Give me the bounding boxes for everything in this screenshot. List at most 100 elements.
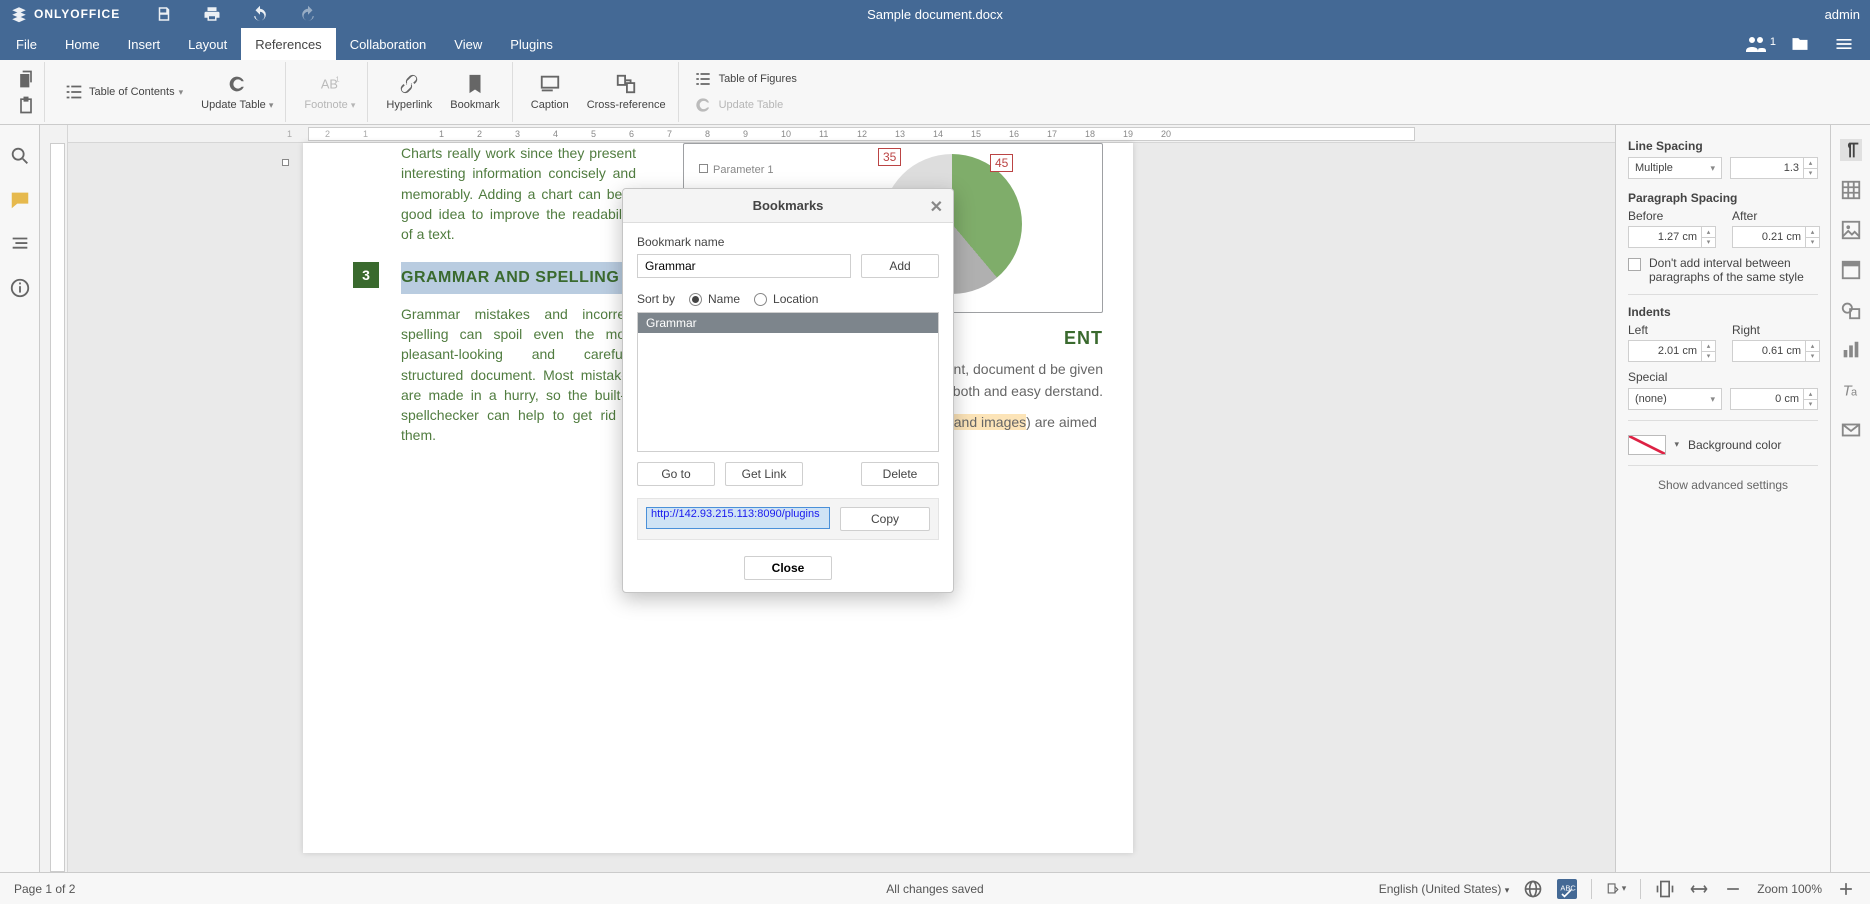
selection-handle[interactable] (282, 159, 289, 166)
undo-icon[interactable] (251, 5, 269, 23)
info-icon[interactable] (9, 277, 31, 299)
chart-tab-icon[interactable] (1840, 339, 1862, 361)
cross-reference-button[interactable]: Cross-reference (583, 73, 670, 111)
copy-icon[interactable] (16, 69, 36, 89)
svg-text:ABC: ABC (1561, 883, 1577, 892)
bookmarks-list[interactable]: Grammar (637, 312, 939, 452)
section-heading: GRAMMAR AND SPELLING (401, 266, 636, 289)
indents-label: Indents (1628, 305, 1818, 319)
comments-icon[interactable] (9, 189, 31, 211)
menu-layout[interactable]: Layout (174, 28, 241, 60)
hyperlink-button[interactable]: Hyperlink (382, 73, 436, 111)
add-button[interactable]: Add (861, 254, 939, 278)
fit-width-icon[interactable] (1689, 879, 1709, 899)
chart-value-a: 35 (878, 148, 901, 166)
textart-tab-icon[interactable]: Ta (1840, 379, 1862, 401)
bookmark-list-item[interactable]: Grammar (638, 313, 938, 333)
open-location-icon[interactable] (1788, 34, 1812, 54)
mailmerge-tab-icon[interactable] (1840, 419, 1862, 441)
footnote-icon: AB1 (319, 73, 341, 95)
right-sidebar: Ta (1830, 125, 1870, 872)
caption-button[interactable]: Caption (527, 73, 573, 111)
advanced-settings-link[interactable]: Show advanced settings (1628, 478, 1818, 492)
zoom-level[interactable]: Zoom 100% (1757, 882, 1822, 896)
spacing-before-input[interactable]: 1.27 cm▴▾ (1628, 226, 1716, 248)
page-indicator[interactable]: Page 1 of 2 (14, 882, 75, 896)
save-icon[interactable] (155, 5, 173, 23)
get-link-button[interactable]: Get Link (725, 462, 803, 486)
special-indent-select[interactable]: (none) (1628, 388, 1722, 410)
special-indent-value[interactable]: 0 cm▴▾ (1730, 388, 1818, 410)
svg-text:a: a (1851, 387, 1858, 399)
bookmark-link-field[interactable]: http://142.93.215.113:8090/plugins (646, 507, 830, 529)
close-button[interactable]: Close (744, 556, 832, 580)
title-bar: ONLYOFFICE Sample document.docx admin (0, 0, 1870, 28)
tof-icon (693, 69, 713, 89)
horizontal-ruler[interactable]: 1211234567891011121314151617181920 (68, 125, 1615, 143)
print-icon[interactable] (203, 5, 221, 23)
menu-references[interactable]: References (241, 28, 335, 60)
line-spacing-mode-select[interactable]: Multiple (1628, 157, 1722, 179)
search-icon[interactable] (9, 145, 31, 167)
svg-text:1: 1 (335, 74, 339, 83)
menu-insert[interactable]: Insert (114, 28, 175, 60)
before-label: Before (1628, 209, 1716, 223)
menu-plugins[interactable]: Plugins (496, 28, 567, 60)
paste-icon[interactable] (16, 95, 36, 115)
refresh-icon (226, 73, 248, 95)
header-tab-icon[interactable] (1840, 259, 1862, 281)
track-changes-icon[interactable]: ▾ (1606, 879, 1626, 899)
chart-legend: Parameter 1 (699, 164, 774, 176)
zoom-out-icon[interactable] (1723, 879, 1743, 899)
bookmark-name-input[interactable] (637, 254, 851, 278)
table-tab-icon[interactable] (1840, 179, 1862, 201)
zoom-in-icon[interactable] (1836, 879, 1856, 899)
special-label: Special (1628, 370, 1818, 384)
crossref-icon (615, 73, 637, 95)
spacing-after-input[interactable]: 0.21 cm▴▾ (1732, 226, 1820, 248)
footnote-button[interactable]: AB1 Footnote ▾ (300, 73, 359, 111)
dont-add-interval-checkbox[interactable] (1628, 258, 1641, 271)
user-name[interactable]: admin (1825, 7, 1860, 22)
table-of-figures-button[interactable]: Table of Figures (693, 69, 797, 89)
delete-button[interactable]: Delete (861, 462, 939, 486)
language-selector[interactable]: English (United States) ▾ (1379, 882, 1510, 896)
headings-icon[interactable] (9, 233, 31, 255)
bookmark-name-label: Bookmark name (637, 235, 939, 249)
document-title: Sample document.docx (867, 7, 1003, 22)
hamburger-icon[interactable] (1832, 34, 1856, 54)
shape-tab-icon[interactable] (1840, 299, 1862, 321)
line-spacing-value[interactable]: 1.3▴▾ (1730, 157, 1818, 179)
paragraph-tab-icon[interactable] (1840, 139, 1862, 161)
fit-page-icon[interactable] (1655, 879, 1675, 899)
indent-left-input[interactable]: 2.01 cm▴▾ (1628, 340, 1716, 362)
toc-button[interactable]: Table of Contents▾ (59, 81, 187, 103)
bookmark-button[interactable]: Bookmark (446, 73, 504, 111)
sort-location-radio[interactable]: Location (754, 292, 818, 306)
users-count-icon[interactable]: 1 (1744, 34, 1768, 54)
goto-button[interactable]: Go to (637, 462, 715, 486)
redo-icon[interactable] (299, 5, 317, 23)
sort-name-radio[interactable]: Name (689, 292, 740, 306)
dialog-close-icon[interactable]: ✕ (930, 197, 943, 217)
dialog-title-bar[interactable]: Bookmarks ✕ (623, 189, 953, 223)
menu-home[interactable]: Home (51, 28, 114, 60)
menu-collaboration[interactable]: Collaboration (336, 28, 441, 60)
indent-right-input[interactable]: 0.61 cm▴▾ (1732, 340, 1820, 362)
vertical-ruler[interactable] (40, 125, 68, 872)
onlyoffice-icon (10, 5, 28, 23)
brand-logo: ONLYOFFICE (10, 5, 120, 23)
set-doclang-icon[interactable] (1523, 879, 1543, 899)
copy-button[interactable]: Copy (840, 507, 930, 531)
chart-value-b: 45 (990, 154, 1013, 172)
line-spacing-label: Line Spacing (1628, 139, 1818, 153)
toc-icon (63, 81, 85, 103)
menu-file[interactable]: File (2, 28, 51, 60)
image-tab-icon[interactable] (1840, 219, 1862, 241)
section-number: 3 (353, 262, 379, 288)
update-table-button[interactable]: Update Table ▾ (197, 73, 277, 111)
menu-view[interactable]: View (440, 28, 496, 60)
spellcheck-icon[interactable]: ABC (1557, 879, 1577, 899)
paragraph-spacing-label: Paragraph Spacing (1628, 191, 1818, 205)
background-color-swatch[interactable] (1628, 435, 1666, 455)
